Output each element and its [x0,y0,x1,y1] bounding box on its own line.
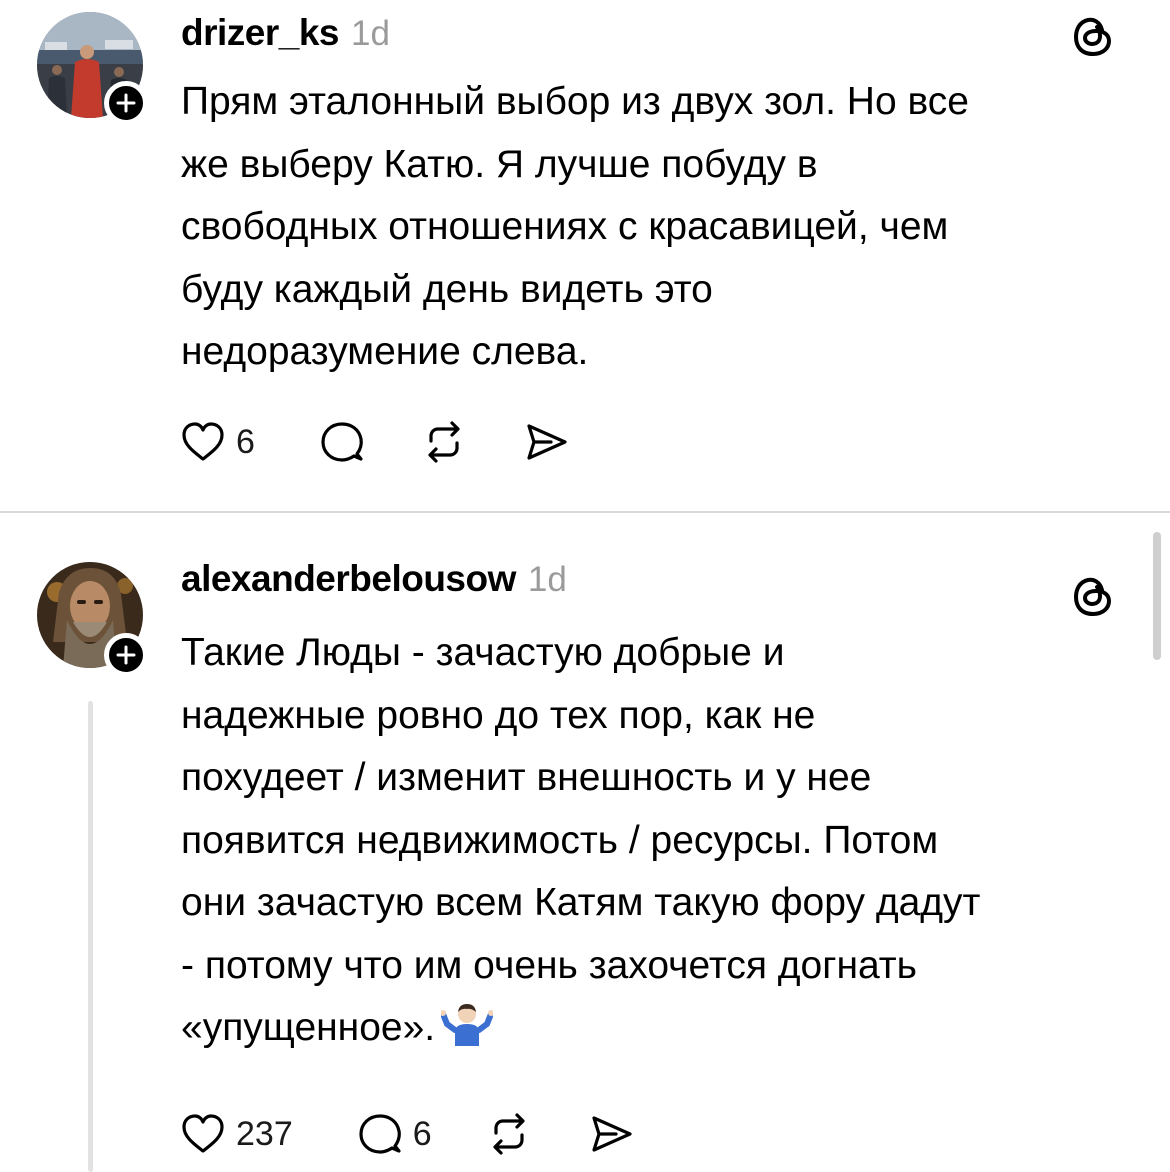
post-text-line: недоразумение слева. [181,330,589,373]
person-shrugging-emoji [441,1002,494,1046]
send-icon [527,424,567,460]
username[interactable]: drizer_ks [181,12,340,54]
post-text-line: они зачастую всем Катям такую фору дадут [181,881,981,924]
post-text-line: - потому что им очень захочется догнать [181,943,917,987]
post-text-line: появится недвижимость / ресурсы. Потом [181,818,939,862]
post-text-line: же выберу Катю. Я лучше побуду в [181,142,818,186]
post-divider [0,511,1170,513]
send-icon [592,1116,632,1152]
reply-button[interactable]: 6 [355,1109,432,1159]
follow-button[interactable] [104,633,148,677]
post-text-fragment: «упущенное». [181,1006,436,1049]
post-header: drizer_ks 1d [181,12,390,56]
thread-line [88,701,93,1172]
comment-icon [359,1114,401,1154]
like-count: 237 [236,1114,293,1153]
timestamp: 1d [351,14,390,53]
post-text-line: Такие Люды - зачастую добрые и [181,631,785,674]
post-text: Такие Люды - зачастую добрые и надежные … [181,622,1156,1060]
post-text-line: свободных отношениях с красавицей, чем [181,205,949,248]
post-text-line: похудеет / изменит внешность и у нее [181,756,872,799]
post-text-line: Прям эталонный выбор из двух зол. Но все [181,80,969,123]
plus-icon [116,645,136,665]
post-text: Прям эталонный выбор из двух зол. Но все… [181,71,1141,384]
plus-icon [116,93,136,113]
like-count: 6 [236,422,255,461]
post-text-line: буду каждый день видеть это [181,267,713,311]
repost-button[interactable] [419,417,469,467]
threads-icon[interactable] [1068,570,1120,622]
like-button[interactable]: 6 [178,417,255,467]
repost-icon [428,421,460,463]
reply-button[interactable] [317,417,367,467]
action-bar: 237 6 [178,1106,688,1162]
post-text-line: «упущенное». [181,997,1156,1060]
post: alexanderbelousow 1d Такие Люды - зачаст… [0,514,1170,1172]
like-button[interactable]: 237 [178,1109,293,1159]
scrollbar[interactable] [1153,532,1161,660]
post-header: alexanderbelousow 1d [181,558,567,602]
action-bar: 6 [178,414,623,470]
follow-button[interactable] [104,81,148,125]
username[interactable]: alexanderbelousow [181,558,516,600]
heart-icon [182,1114,224,1153]
repost-button[interactable] [484,1109,534,1159]
timestamp: 1d [527,560,567,599]
share-button[interactable] [521,417,571,467]
threads-icon[interactable] [1068,10,1120,62]
repost-icon [493,1113,525,1155]
comment-icon [321,422,363,462]
heart-icon [182,422,224,461]
reply-count: 6 [412,1114,432,1153]
share-button[interactable] [586,1109,636,1159]
post: drizer_ks 1d Прям эталонный выбор из дву… [0,0,1170,512]
post-text-line: надежные ровно до тех пор, как не [181,693,816,737]
